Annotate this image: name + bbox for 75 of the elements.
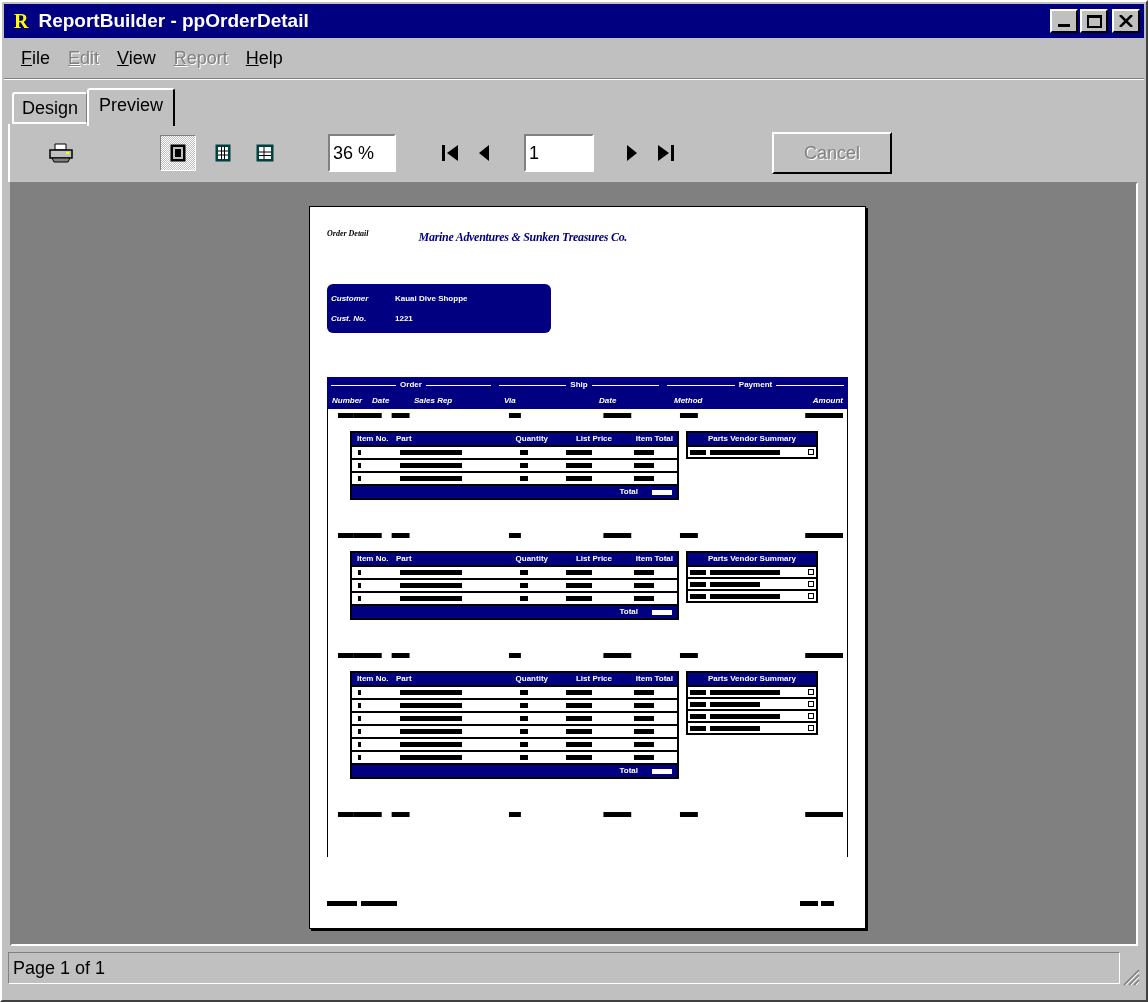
maximize-button[interactable] [1080, 9, 1108, 33]
column-heading: Item Total [634, 554, 674, 564]
window-title: ReportBuilder - ppOrderDetail [38, 8, 309, 33]
column-heading: Date [599, 395, 618, 407]
checkbox[interactable] [808, 581, 814, 587]
field-value: 1221 [395, 312, 413, 325]
page-icon [170, 144, 186, 162]
column-heading: Quantity [514, 674, 548, 684]
menu-item[interactable]: Help [236, 44, 292, 72]
column-heading: Item Total [634, 434, 674, 444]
total-label: Total [619, 766, 638, 776]
group-heading: Order [400, 379, 422, 391]
column-heading: List Price [575, 434, 612, 444]
table-title: Parts Vendor Summary [688, 433, 816, 445]
column-heading: List Price [575, 674, 612, 684]
column-heading: Sales Rep [414, 395, 454, 407]
next-page-icon [627, 145, 637, 161]
company-title: Marine Adventures & Sunken Treasures Co. [418, 229, 628, 246]
app-logo: R [14, 11, 29, 31]
field-label: Cust. No. [331, 312, 368, 325]
column-heading: Quantity [514, 554, 548, 564]
table-icon [256, 144, 274, 162]
zoom-field[interactable]: 36 % [328, 134, 396, 172]
footer-text-drawing [327, 901, 397, 906]
previous-page-icon [479, 145, 489, 161]
column-heading: Part [396, 674, 413, 684]
printer-icon [49, 143, 73, 163]
field-label: Customer [331, 292, 370, 305]
grid-icon [215, 144, 231, 162]
column-heading: Amount [811, 395, 843, 407]
column-heading: Item No. [356, 434, 390, 444]
column-heading: Item No. [356, 674, 390, 684]
tab[interactable]: Preview [87, 88, 176, 126]
checkbox[interactable] [808, 569, 814, 575]
table-title: Parts Vendor Summary [688, 673, 816, 685]
checkbox[interactable] [808, 689, 814, 695]
checkbox[interactable] [808, 725, 814, 731]
column-heading: Item Total [634, 674, 674, 684]
checkbox[interactable] [808, 713, 814, 719]
minimize-icon [1058, 24, 1070, 27]
column-heading: Part [396, 434, 413, 444]
total-value-drawing [652, 609, 672, 615]
group-heading: Ship [570, 379, 588, 391]
column-heading: Via [504, 395, 517, 407]
total-value-drawing [652, 489, 672, 495]
total-value-drawing [652, 768, 672, 774]
tab[interactable]: Design [12, 92, 88, 124]
last-page-icon [657, 145, 675, 161]
total-label: Total [619, 487, 638, 497]
minimize-button[interactable] [1050, 9, 1078, 33]
column-heading: Quantity [514, 434, 548, 444]
page-number-field[interactable]: 1 [524, 134, 594, 172]
column-heading: Item No. [356, 554, 390, 564]
first-page-icon [441, 145, 459, 161]
total-label: Total [619, 607, 638, 617]
field-value: Kauai Dive Shoppe [395, 292, 468, 305]
checkbox[interactable] [808, 701, 814, 707]
report-label: Order Detail [327, 228, 369, 240]
checkbox[interactable] [808, 449, 814, 455]
checkbox[interactable] [808, 593, 814, 599]
close-button[interactable] [1112, 9, 1140, 33]
column-heading: Method [674, 395, 704, 407]
table-title: Parts Vendor Summary [688, 553, 816, 565]
maximize-icon [1086, 14, 1102, 28]
column-heading: List Price [575, 554, 612, 564]
menu-item[interactable]: View [108, 44, 165, 72]
column-heading: Part [396, 554, 413, 564]
column-heading: Number [332, 395, 364, 407]
footer-text-drawing [800, 901, 834, 906]
column-heading: Date [372, 395, 391, 407]
close-icon [1119, 15, 1133, 27]
group-heading: Payment [738, 379, 773, 391]
status-text: Page 1 of 1 [13, 956, 106, 980]
menu-item[interactable]: File [12, 44, 59, 72]
view-mode-button[interactable] [160, 135, 196, 171]
